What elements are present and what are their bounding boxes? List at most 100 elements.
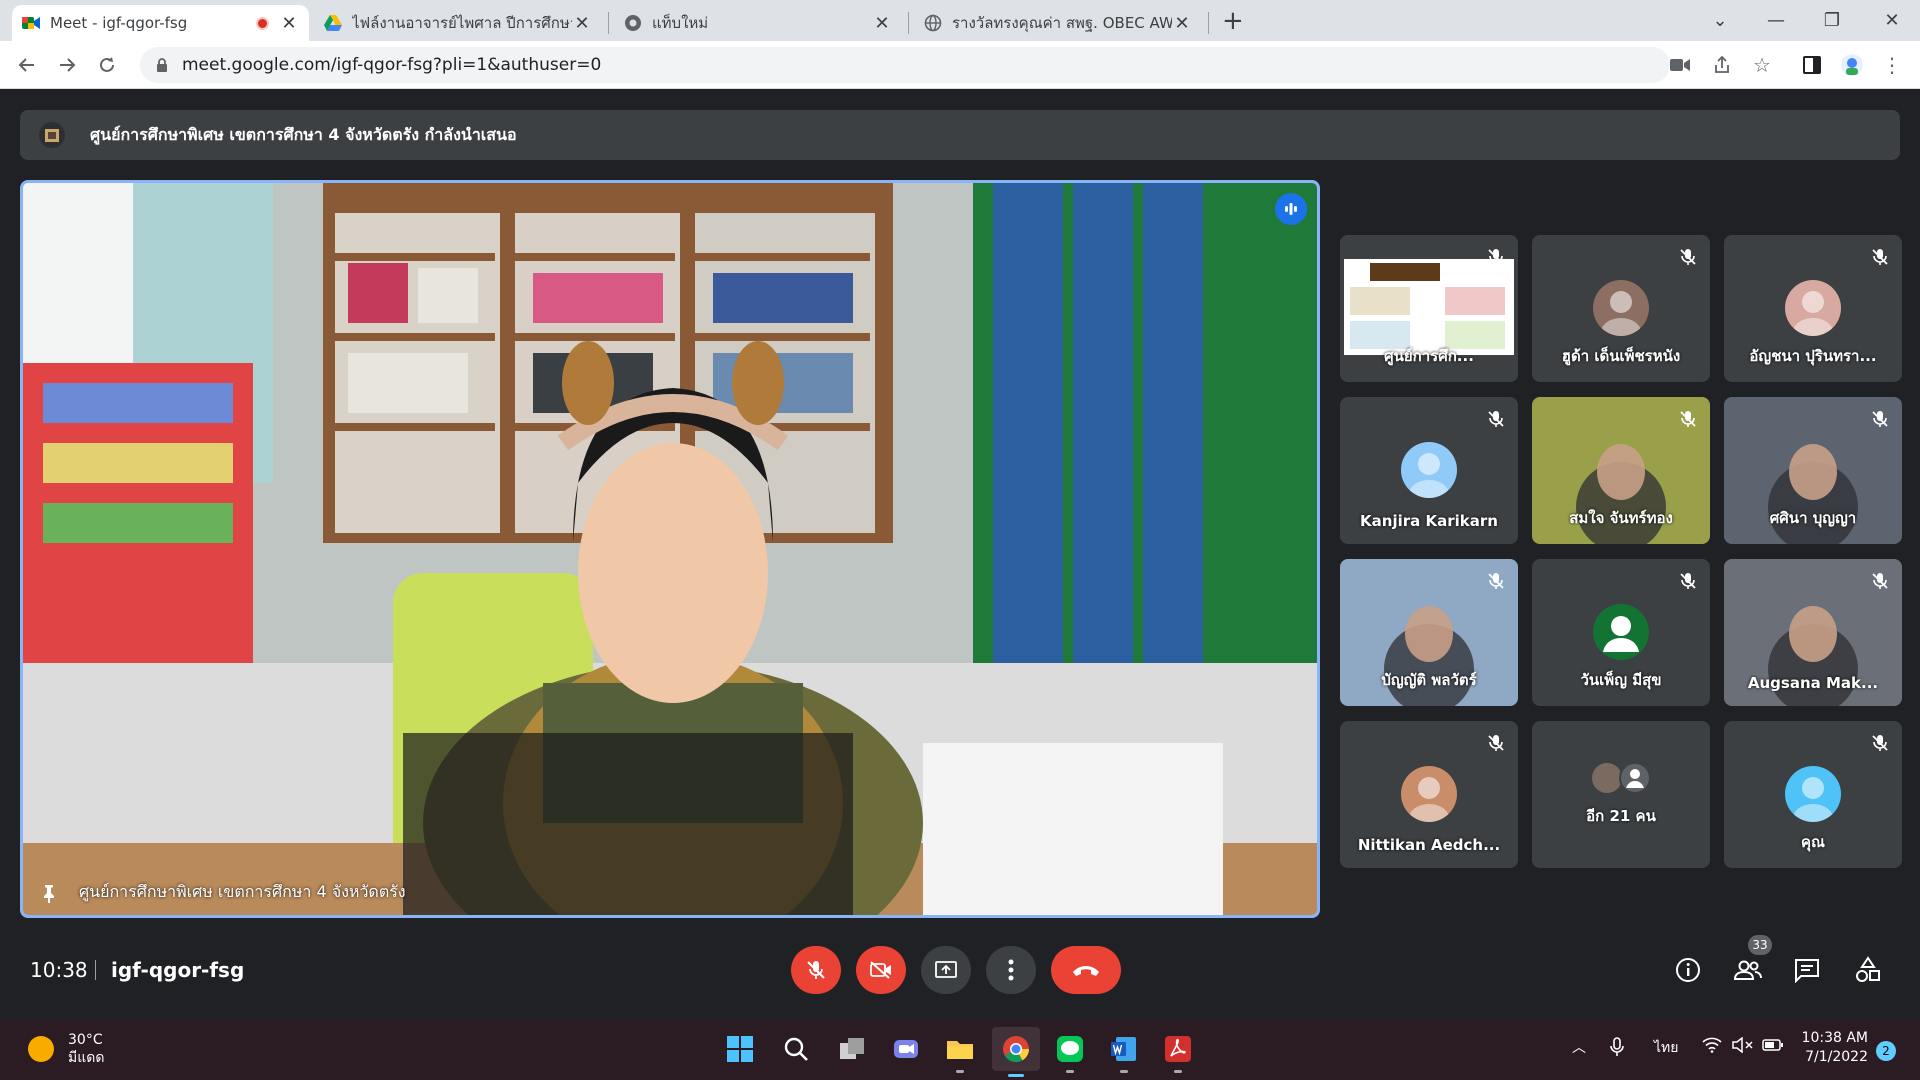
forward-button[interactable] (52, 50, 82, 80)
side-panel-icon[interactable] (1796, 49, 1828, 81)
participant-tile[interactable]: คุณ (1724, 721, 1902, 868)
new-tab-button[interactable]: + (1222, 6, 1244, 36)
people-button[interactable] (1732, 954, 1764, 986)
wifi-icon[interactable] (1702, 1037, 1722, 1057)
divider (95, 960, 96, 980)
participant-name: คุณ (1801, 833, 1825, 851)
share-icon[interactable] (1706, 49, 1738, 81)
restore-button[interactable]: ❐ (1804, 4, 1860, 36)
participant-name: ฮูด้า เด็นเพ็ชรหนัง (1561, 347, 1681, 365)
acrobat-app-button[interactable] (1160, 1031, 1196, 1073)
participant-name: อัญชนา ปุรินทรา... (1749, 347, 1877, 365)
mic-off-icon (1486, 409, 1506, 429)
participant-tile[interactable]: Nittikan Aedch... (1340, 721, 1518, 868)
close-tab-icon[interactable]: ✕ (279, 13, 299, 34)
arrow-right-icon (60, 58, 76, 72)
participant-tile[interactable]: บัญญัติ พลวัตร์ (1340, 559, 1518, 706)
chat-icon (1795, 959, 1819, 983)
taskbar-date: 7/1/2022 (1805, 1049, 1868, 1065)
participant-name: บัญญัติ พลวัตร์ (1381, 671, 1477, 689)
tab-separator (608, 12, 609, 34)
participant-tile[interactable]: สมใจ จันทร์ทอง (1532, 397, 1710, 544)
participant-tile[interactable]: ศูนย์การศึก... (1340, 235, 1518, 382)
bookmark-star-icon[interactable]: ☆ (1746, 49, 1778, 81)
google-drive-icon (324, 14, 342, 32)
participant-tile[interactable]: Kanjira Karikarn (1340, 397, 1518, 544)
default-avatar-icon (1593, 604, 1649, 660)
address-bar[interactable]: meet.google.com/igf-qgor-fsg?pli=1&authu… (140, 47, 1670, 83)
microphone-tray-icon[interactable] (1610, 1037, 1624, 1061)
running-indicator (1066, 1070, 1074, 1073)
hang-up-icon (1073, 966, 1099, 976)
meet-control-bar: 10:38 igf-qgor-fsg 33 (0, 930, 1920, 1020)
tab-search-chevron-icon[interactable]: ⌄ (1692, 4, 1748, 36)
participant-tile[interactable]: Augsana Mak... (1724, 559, 1902, 706)
tab-title: ไฟล์งานอาจารย์ไพศาล ปีการศึกษา 25 (352, 14, 572, 32)
taskbar-search-button[interactable] (778, 1031, 814, 1067)
participant-tile[interactable]: อีก 21 คน (1532, 721, 1710, 868)
more-vert-icon (1008, 959, 1014, 981)
mic-off-icon (1678, 247, 1698, 267)
close-tab-icon[interactable]: ✕ (872, 13, 892, 34)
tab-obec-award[interactable]: รางวัลทรงคุณค่า สพฐ. OBEC AWARD ✕ (914, 5, 1202, 41)
running-indicator (1120, 1070, 1128, 1073)
task-view-button[interactable] (834, 1031, 870, 1067)
taskbar-time: 10:38 AM (1801, 1030, 1868, 1046)
leave-call-button[interactable] (1051, 946, 1121, 994)
more-menu-icon[interactable]: ⋮ (1876, 49, 1908, 81)
mic-off-icon (1870, 733, 1890, 753)
running-indicator (956, 1070, 964, 1073)
teams-chat-button[interactable] (888, 1031, 924, 1067)
show-hidden-icons-chevron-icon[interactable]: ︿ (1572, 1037, 1586, 1057)
taskbar-clock[interactable]: 10:38 AM 7/1/2022 (1798, 1029, 1868, 1067)
start-button[interactable] (722, 1031, 758, 1067)
mic-off-icon (1870, 247, 1890, 267)
close-tab-icon[interactable]: ✕ (572, 13, 592, 34)
file-explorer-button[interactable] (942, 1031, 978, 1073)
activities-button[interactable] (1852, 954, 1884, 986)
word-app-button[interactable] (1106, 1031, 1142, 1073)
tab-drive[interactable]: ไฟล์งานอาจารย์ไพศาล ปีการศึกษา 25 ✕ (314, 5, 602, 41)
recording-indicator-icon (256, 16, 269, 30)
participant-tile[interactable]: ฮูด้า เด็นเพ็ชรหนัง (1532, 235, 1710, 382)
input-language[interactable]: ไทย (1654, 1037, 1678, 1059)
profile-avatar-icon[interactable] (1836, 49, 1868, 81)
task-view-icon (840, 1038, 864, 1059)
weather-widget[interactable]: 30°C มีแดด (28, 1031, 104, 1067)
chat-button[interactable] (1791, 954, 1823, 986)
tab-meet[interactable]: Meet - igf-qgor-fsg ✕ (12, 5, 309, 41)
participant-name: วันเพ็ญ มีสุข (1580, 671, 1662, 689)
microphone-toggle-button[interactable] (791, 946, 841, 994)
participant-tile[interactable]: วันเพ็ญ มีสุข (1532, 559, 1710, 706)
tab-title: Meet - igf-qgor-fsg (50, 14, 188, 32)
mic-off-icon (1870, 571, 1890, 591)
reload-icon (100, 57, 114, 72)
close-tab-icon[interactable]: ✕ (1172, 13, 1192, 34)
search-icon (784, 1037, 808, 1061)
camera-in-use-icon[interactable] (1664, 49, 1696, 81)
participant-tile[interactable]: อัญชนา ปุรินทรา... (1724, 235, 1902, 382)
meeting-details-button[interactable] (1672, 954, 1704, 986)
tab-new-tab[interactable]: แท็บใหม่ ✕ (614, 5, 902, 41)
more-options-button[interactable] (986, 946, 1036, 994)
camera-toggle-button[interactable] (856, 946, 906, 994)
chrome-taskbar-button[interactable] (992, 1027, 1040, 1077)
avatar (1593, 280, 1649, 336)
back-button[interactable] (12, 50, 42, 80)
close-window-button[interactable]: ✕ (1864, 4, 1920, 36)
participant-count-badge: 33 (1748, 935, 1772, 955)
volume-muted-icon[interactable] (1732, 1036, 1754, 1057)
present-screen-button[interactable] (921, 946, 971, 994)
notification-badge[interactable]: 2 (1876, 1041, 1896, 1061)
chrome-icon (624, 14, 642, 32)
reload-button[interactable] (92, 50, 122, 80)
pin-icon[interactable] (39, 883, 59, 903)
speaking-indicator-icon (1275, 193, 1307, 225)
line-app-button[interactable] (1052, 1031, 1088, 1073)
active-indicator (1008, 1074, 1024, 1077)
mic-off-icon (1486, 571, 1506, 591)
main-speaker-tile[interactable]: ศูนย์การศึกษาพิเศษ เขตการศึกษา 4 จังหวัด… (20, 180, 1320, 918)
battery-icon[interactable] (1762, 1037, 1784, 1057)
participant-tile[interactable]: ศศินา บุญญา (1724, 397, 1902, 544)
minimize-button[interactable]: — (1748, 4, 1804, 36)
